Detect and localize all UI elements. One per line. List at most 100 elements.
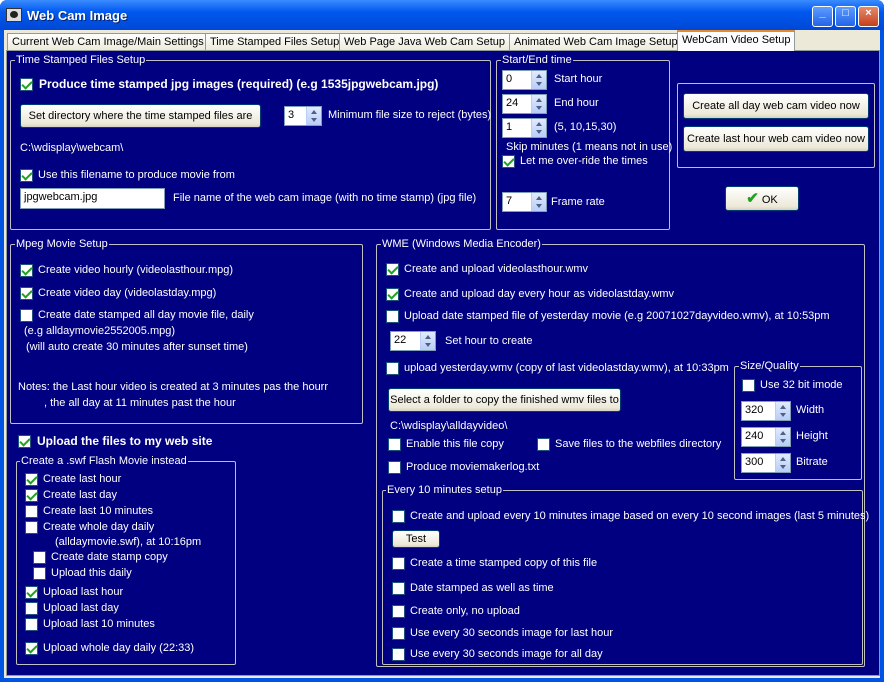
swf-upload-daily-checkbox[interactable] [33, 567, 46, 580]
spin-arrows-icon[interactable] [775, 428, 790, 446]
webcam-icon [6, 8, 22, 22]
mpeg-date-stamped-label: Create date stamped all day movie file, … [38, 309, 254, 321]
create-last-hour-video-button[interactable]: Create last hour web cam video now [683, 126, 869, 152]
use-filename-checkbox[interactable] [20, 169, 33, 182]
swf-last-day-checkbox[interactable] [25, 489, 38, 502]
override-times-checkbox[interactable] [502, 155, 515, 168]
override-times-label: Let me over-ride the times [520, 155, 648, 167]
min-file-size-spinner[interactable]: 3 [284, 106, 322, 126]
skip-minutes-spinner[interactable]: 1 [502, 118, 547, 138]
swf-flash-group: Create a .swf Flash Movie instead Create… [16, 455, 236, 665]
tab-webcam-video[interactable]: WebCam Video Setup [677, 30, 796, 51]
swf-upload-last-10-label: Upload last 10 minutes [43, 618, 155, 630]
spin-arrows-icon[interactable] [531, 71, 546, 89]
frame-rate-label: Frame rate [551, 196, 605, 208]
size-quality-group: Size/Quality Use 32 bit imode 320 Width … [734, 360, 862, 480]
mpeg-date-stamped-checkbox[interactable] [20, 309, 33, 322]
mpeg-auto-note: (will auto create 30 minutes after sunse… [26, 341, 248, 353]
swf-upload-last-hour-label: Upload last hour [43, 586, 124, 598]
mpeg-date-example: (e.g alldaymovie2552005.mpg) [24, 325, 176, 337]
height-spinner[interactable]: 240 [741, 427, 791, 447]
tab-main-settings[interactable]: Current Web Cam Image/Main Settings [7, 33, 209, 51]
close-button[interactable]: × [858, 6, 879, 27]
set-directory-button[interactable]: Set directory where the time stamped fil… [20, 104, 261, 128]
folder-path: C:\wdisplay\alldayvideo\ [390, 420, 508, 432]
swf-upload-whole-day-checkbox[interactable] [25, 642, 38, 655]
upload-yesterday-label: upload yesterday.wmv (copy of last video… [404, 362, 729, 374]
minimize-button[interactable]: _ [812, 6, 833, 27]
wme-lastday-checkbox[interactable] [386, 288, 399, 301]
checkmark-icon: ✔ [746, 190, 759, 207]
swf-whole-day-note: (alldaymovie.swf), at 10:16pm [55, 536, 202, 548]
end-hour-spinner[interactable]: 24 [502, 94, 547, 114]
spinner-value: 7 [506, 195, 513, 207]
ok-button[interactable]: ✔ OK [725, 186, 799, 211]
video-setup-panel: Time Stamped Files Setup Produce time st… [6, 50, 880, 676]
group-legend: Time Stamped Files Setup [15, 54, 147, 66]
spin-arrows-icon[interactable] [531, 119, 546, 137]
skip-minutes-note: Skip minutes (1 means not in use) [506, 141, 673, 153]
date-time-label: Date stamped as well as time [410, 582, 554, 594]
mpeg-hourly-checkbox[interactable] [20, 264, 33, 277]
mpeg-movie-group: Mpeg Movie Setup Create video hourly (vi… [10, 238, 363, 424]
wme-yesterday-checkbox[interactable] [386, 310, 399, 323]
group-legend: Start/End time [501, 54, 573, 66]
swf-last-hour-label: Create last hour [43, 473, 122, 485]
tab-time-stamped-files[interactable]: Time Stamped Files Setup [205, 33, 345, 51]
filename-label: File name of the web cam image (with no … [173, 192, 477, 204]
mpeg-day-checkbox[interactable] [20, 287, 33, 300]
swf-last-10-checkbox[interactable] [25, 505, 38, 518]
save-webfiles-label: Save files to the webfiles directory [555, 438, 722, 450]
swf-upload-last-day-checkbox[interactable] [25, 602, 38, 615]
save-webfiles-checkbox[interactable] [537, 438, 550, 451]
width-spinner[interactable]: 320 [741, 401, 791, 421]
every10-create-upload-checkbox[interactable] [392, 510, 405, 523]
date-time-checkbox[interactable] [392, 582, 405, 595]
every30-hour-checkbox[interactable] [392, 627, 405, 640]
test-button[interactable]: Test [392, 530, 440, 548]
enable-copy-checkbox[interactable] [388, 438, 401, 451]
swf-date-stamp-copy-checkbox[interactable] [33, 551, 46, 564]
tab-animated-image[interactable]: Animated Web Cam Image Setup [509, 33, 683, 51]
min-file-size-label: Minimum file size to reject (bytes) [328, 109, 492, 121]
moviemaker-log-checkbox[interactable] [388, 461, 401, 474]
filename-input[interactable]: jpgwebcam.jpg [20, 188, 165, 209]
swf-upload-last-10-checkbox[interactable] [25, 618, 38, 631]
spin-arrows-icon[interactable] [420, 332, 435, 350]
wme-yesterday-label: Upload date stamped file of yesterday mo… [404, 310, 830, 322]
select-folder-button[interactable]: Select a folder to copy the finished wmv… [388, 388, 621, 412]
start-hour-label: Start hour [554, 73, 603, 85]
ts-copy-checkbox[interactable] [392, 557, 405, 570]
spin-arrows-icon[interactable] [306, 107, 321, 125]
spin-arrows-icon[interactable] [775, 402, 790, 420]
use32bit-label: Use 32 bit imode [760, 379, 843, 391]
wme-lasthour-checkbox[interactable] [386, 263, 399, 276]
produce-timestamped-checkbox[interactable] [20, 78, 33, 91]
every30-hour-label: Use every 30 seconds image for last hour [410, 627, 613, 639]
directory-path: C:\wdisplay\webcam\ [20, 142, 124, 154]
swf-last-hour-checkbox[interactable] [25, 473, 38, 486]
wme-hour-spinner[interactable]: 22 [390, 331, 436, 351]
create-all-day-video-button[interactable]: Create all day web cam video now [683, 93, 869, 119]
spinner-value: 320 [745, 404, 764, 416]
wme-group: WME (Windows Media Encoder) Create and u… [376, 238, 869, 667]
spin-arrows-icon[interactable] [531, 193, 546, 211]
bitrate-spinner[interactable]: 300 [741, 453, 791, 473]
app-window: Web Cam Image _ □ × Current Web Cam Imag… [0, 0, 884, 682]
width-label: Width [796, 404, 825, 416]
use32bit-checkbox[interactable] [742, 379, 755, 392]
create-only-checkbox[interactable] [392, 605, 405, 618]
swf-upload-last-hour-checkbox[interactable] [25, 586, 38, 599]
frame-rate-spinner[interactable]: 7 [502, 192, 547, 212]
swf-whole-day-checkbox[interactable] [25, 521, 38, 534]
spin-arrows-icon[interactable] [531, 95, 546, 113]
start-hour-spinner[interactable]: 0 [502, 70, 547, 90]
spin-arrows-icon[interactable] [775, 454, 790, 472]
wme-hour-label: Set hour to create [445, 335, 533, 347]
every30-day-checkbox[interactable] [392, 648, 405, 661]
bitrate-label: Bitrate [796, 456, 828, 468]
upload-files-checkbox[interactable] [18, 435, 31, 448]
upload-yesterday-checkbox[interactable] [386, 362, 399, 375]
maximize-button[interactable]: □ [835, 6, 856, 27]
tab-web-page-java[interactable]: Web Page Java Web Cam Setup [339, 33, 511, 51]
